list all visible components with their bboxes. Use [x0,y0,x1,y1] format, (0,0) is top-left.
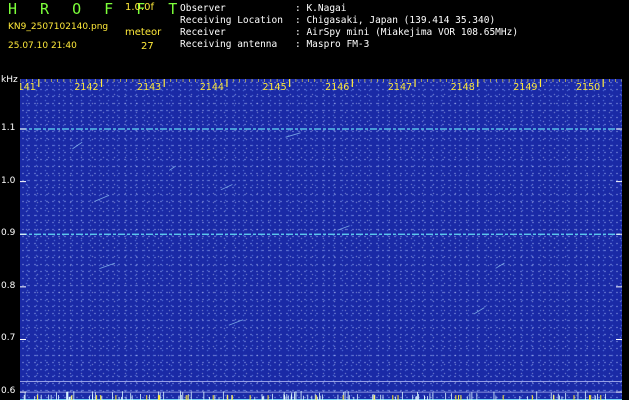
meteor-streak [72,141,83,150]
meteor-streak [169,165,176,171]
info-location: Receiving Location : Chigasaki, Japan (13… [180,16,495,26]
x-tick-label: 2145 [262,82,286,93]
info-key: Observer [180,3,226,14]
info-key: Receiving antenna [180,39,278,50]
app-logo: H R O F F T [8,0,185,18]
x-tick-label: 2141 [20,82,36,93]
meteor-streak [220,184,233,191]
y-tick-label: 0.8 [1,280,16,291]
y-axis-unit-label: kHz [1,75,18,85]
info-antenna: Receiving antenna : Maspro FM-3 [180,40,369,50]
info-value: : K.Nagai [295,3,347,14]
x-tick-label: 2150 [576,82,600,93]
filename-label: KN9_2507102140.png [8,22,109,32]
x-tick-label: 2148 [451,82,475,93]
info-value: : AirSpy mini (Miakejima VOR 108.65MHz) [295,27,519,38]
meteor-streak [94,194,109,202]
info-observer: Observer : K.Nagai [180,4,346,14]
info-key: Receiver [180,27,226,38]
x-tick-label: 2149 [513,82,537,93]
y-tick-label: 1.1 [1,122,16,133]
meteor-streak [99,262,116,269]
info-value: : Maspro FM-3 [295,39,370,50]
spectrogram-plot: 2141 2142 2143 2144 2145 2146 2147 2148 2149 2150 [20,79,622,400]
x-tick-label: 2143 [137,82,161,93]
meteor-label: meteor [125,27,162,38]
meteor-streak [495,262,505,269]
x-tick-label: 2142 [74,82,98,93]
x-tick-label: 2147 [388,82,412,93]
info-receiver: Receiver : AirSpy mini (Miakejima VOR 108… [180,28,518,38]
meteor-streak [337,225,350,231]
y-tick-label: 0.7 [1,333,16,344]
y-tick-label: 1.0 [1,175,16,186]
y-tick-label: 0.9 [1,228,16,239]
x-tick-label: 2144 [200,82,224,93]
header: H R O F F T 1.0.0f KN9_2507102140.png me… [0,0,629,78]
meteor-streak [285,132,301,138]
version-label: 1.0.0f [125,2,154,13]
info-key: Receiving Location [180,15,283,26]
meteor-streak [473,307,485,315]
info-value: : Chigasaki, Japan (139.414 35.340) [295,15,496,26]
spectrogram-overlay: 2141 2142 2143 2144 2145 2146 2147 2148 2149 2150 [20,79,622,400]
x-tick-label: 2146 [325,82,349,93]
y-tick-label: 0.6 [1,386,16,397]
datetime-label: 25.07.10 21:40 [8,41,77,51]
meteor-count: 27 [141,41,154,52]
meteor-streak [228,319,244,326]
